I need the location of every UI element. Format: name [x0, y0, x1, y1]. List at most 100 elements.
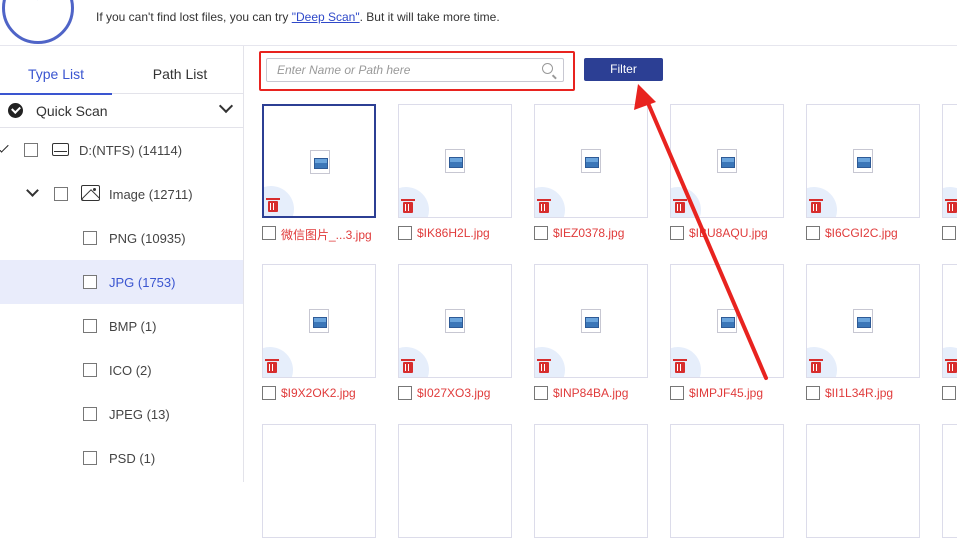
top-bar: If you can't find lost files, you can tr…: [0, 0, 957, 46]
checkbox[interactable]: [83, 363, 97, 377]
file-thumbnail[interactable]: [670, 424, 784, 538]
file-thumbnail[interactable]: [398, 104, 512, 218]
file-name: $IBU8AQU.jpg: [689, 226, 768, 240]
tree-item-png[interactable]: PNG (10935): [0, 216, 243, 260]
file-name: $I6CGI2C.jpg: [825, 226, 898, 240]
image-file-icon: [309, 309, 329, 333]
checkbox[interactable]: [262, 226, 276, 240]
scan-complete-icon: [2, 0, 74, 44]
trash-icon: [945, 199, 957, 213]
file-thumbnail[interactable]: [262, 104, 376, 218]
file-name: $II1L34R.jpg: [825, 386, 894, 400]
checkbox[interactable]: [806, 226, 820, 240]
checkbox[interactable]: [83, 407, 97, 421]
list-tabs: Type List Path List: [0, 46, 243, 95]
checkbox[interactable]: [398, 386, 412, 400]
file-thumbnail[interactable]: [942, 264, 957, 378]
drive-icon: [52, 143, 69, 156]
checkbox[interactable]: [54, 187, 68, 201]
image-file-icon: [853, 309, 873, 333]
checkbox[interactable]: [534, 386, 548, 400]
tree-item-drive[interactable]: D:(NTFS) (14114): [0, 128, 243, 172]
checkbox[interactable]: [670, 386, 684, 400]
image-file-icon: [717, 309, 737, 333]
file-name: $IK86H2L.jpg: [417, 226, 490, 240]
tab-path-list[interactable]: Path List: [124, 46, 236, 94]
checkbox[interactable]: [942, 226, 956, 240]
file-thumbnail[interactable]: [806, 264, 920, 378]
image-file-icon: [581, 149, 601, 173]
image-file-icon: [445, 309, 465, 333]
trash-icon: [673, 199, 687, 213]
trash-icon: [809, 199, 823, 213]
file-thumbnail[interactable]: [534, 424, 648, 538]
file-thumbnail[interactable]: [670, 264, 784, 378]
file-name: $I9X2OK2.jpg: [281, 386, 356, 400]
search-field[interactable]: [266, 58, 564, 82]
file-thumbnail[interactable]: [398, 424, 512, 538]
deep-scan-hint: If you can't find lost files, you can tr…: [96, 10, 500, 24]
file-name: $IEZ0378.jpg: [553, 226, 625, 240]
image-file-icon: [445, 149, 465, 173]
tab-type-list[interactable]: Type List: [0, 46, 112, 95]
quick-scan-header[interactable]: Quick Scan: [0, 94, 243, 128]
tree-item-label: Image (12711): [109, 187, 193, 202]
checkbox[interactable]: [398, 226, 412, 240]
checkbox[interactable]: [534, 226, 548, 240]
checkbox[interactable]: [83, 451, 97, 465]
trash-icon: [945, 359, 957, 373]
tree-item-jpeg[interactable]: JPEG (13): [0, 392, 243, 436]
image-file-icon: [310, 150, 330, 174]
file-thumbnail[interactable]: [262, 424, 376, 538]
tick-icon: [0, 141, 9, 153]
image-file-icon: [853, 149, 873, 173]
checkbox[interactable]: [83, 231, 97, 245]
tree-item-jpg[interactable]: JPG (1753): [0, 260, 243, 304]
trash-icon: [537, 199, 551, 213]
checkbox[interactable]: [806, 386, 820, 400]
file-thumbnail[interactable]: [806, 424, 920, 538]
file-thumbnail[interactable]: [534, 264, 648, 378]
image-icon: [81, 185, 100, 201]
checkbox[interactable]: [262, 386, 276, 400]
file-name: $I027XO3.jpg: [417, 386, 491, 400]
quick-scan-label: Quick Scan: [36, 103, 108, 119]
checkbox[interactable]: [670, 226, 684, 240]
trash-icon: [537, 359, 551, 373]
trash-icon: [266, 198, 280, 212]
search-icon[interactable]: [542, 63, 553, 74]
chevron-down-icon[interactable]: [218, 98, 234, 114]
image-file-icon: [581, 309, 601, 333]
file-thumbnail[interactable]: [534, 104, 648, 218]
tree-item-psd[interactable]: PSD (1): [0, 436, 243, 480]
checkbox[interactable]: [83, 319, 97, 333]
tree-item-label: JPEG (13): [109, 407, 170, 422]
tree-item-label: JPG (1753): [109, 275, 176, 290]
sidebar: Type List Path List Quick Scan D:(NTFS) …: [0, 46, 244, 482]
tree-item-bmp[interactable]: BMP (1): [0, 304, 243, 348]
tree-item-label: BMP (1): [109, 319, 157, 334]
tree-item-label: PSD (1): [109, 451, 156, 466]
file-thumbnail[interactable]: [942, 104, 957, 218]
tree-item-label: ICO (2): [109, 363, 152, 378]
chevron-down-icon[interactable]: [26, 184, 39, 197]
tree-item-ico[interactable]: ICO (2): [0, 348, 243, 392]
file-thumbnail[interactable]: [806, 104, 920, 218]
filter-button[interactable]: Filter: [584, 58, 663, 81]
file-thumbnail[interactable]: [942, 424, 957, 538]
file-thumbnail[interactable]: [398, 264, 512, 378]
checkbox[interactable]: [942, 386, 956, 400]
file-thumbnail[interactable]: [262, 264, 376, 378]
checkbox[interactable]: [24, 143, 38, 157]
search-input[interactable]: [267, 59, 537, 81]
trash-icon: [673, 359, 687, 373]
tree-item-image[interactable]: Image (12711): [0, 172, 243, 216]
file-thumbnail[interactable]: [670, 104, 784, 218]
deep-scan-link[interactable]: "Deep Scan": [292, 10, 360, 24]
check-circle-icon: [8, 103, 23, 118]
checkbox[interactable]: [83, 275, 97, 289]
tree-item-label: PNG (10935): [109, 231, 186, 246]
trash-icon: [401, 199, 415, 213]
file-browser: Filter 微信图片_...3.jpg $IK86H2L.jpg $IEZ03…: [245, 46, 957, 538]
trash-icon: [809, 359, 823, 373]
